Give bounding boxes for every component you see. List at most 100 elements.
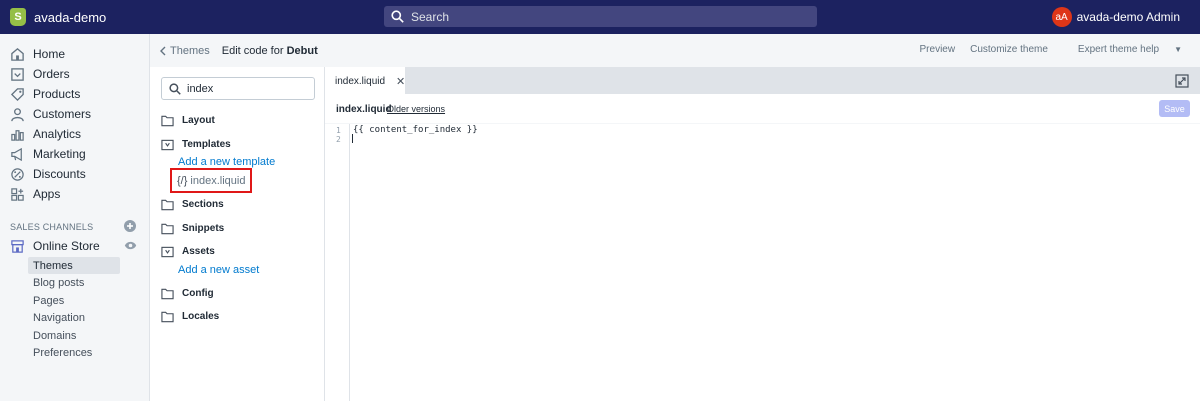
- shopify-logo-icon: S: [10, 8, 26, 26]
- folder-icon: [161, 288, 174, 299]
- close-icon[interactable]: ✕: [396, 75, 405, 88]
- sidebar-item-label: Discounts: [33, 167, 86, 181]
- file-search-input[interactable]: index: [161, 77, 315, 100]
- page-title: Edit code for Debut: [222, 45, 318, 57]
- apps-icon: [11, 187, 24, 201]
- older-versions-link[interactable]: Older versions: [387, 104, 445, 114]
- folder-label: Assets: [182, 246, 215, 257]
- folder-assets[interactable]: Assets: [161, 244, 215, 259]
- add-new-template-link[interactable]: Add a new template: [178, 156, 275, 168]
- folder-icon: [161, 223, 174, 234]
- folder-icon: [161, 199, 174, 210]
- folder-open-icon: [161, 139, 174, 150]
- sidebar-subitem-blog-posts[interactable]: Blog posts: [28, 274, 120, 291]
- text-cursor: [352, 134, 353, 143]
- search-placeholder: Search: [411, 9, 450, 24]
- folder-label: Sections: [182, 199, 224, 210]
- file-search-value: index: [187, 82, 214, 95]
- search-icon: [391, 10, 404, 23]
- sidebar-item-label: Apps: [33, 187, 61, 201]
- store-icon: [11, 239, 24, 253]
- liquid-file-icon: {/}: [177, 174, 188, 187]
- caret-down-icon: ▼: [1174, 45, 1182, 54]
- folder-layout[interactable]: Layout: [161, 113, 215, 128]
- search-input[interactable]: Search: [384, 6, 817, 27]
- user-menu[interactable]: aA avada-demo Admin: [1051, 7, 1180, 27]
- fullscreen-icon[interactable]: [1175, 74, 1189, 88]
- avatar: aA: [1051, 7, 1072, 27]
- folder-icon: [161, 115, 174, 126]
- bar-chart-icon: [11, 129, 24, 141]
- preview-link[interactable]: Preview: [920, 44, 956, 55]
- folder-sections[interactable]: Sections: [161, 197, 224, 212]
- add-new-asset-link[interactable]: Add a new asset: [178, 264, 259, 276]
- sidebar-item-analytics[interactable]: Analytics: [10, 125, 140, 143]
- megaphone-icon: [11, 147, 22, 161]
- page-header: Themes Edit code for Debut Preview Custo…: [150, 34, 1200, 67]
- expert-theme-help-label: Expert theme help: [1077, 44, 1160, 55]
- folder-config[interactable]: Config: [161, 286, 214, 301]
- sidebar-item-customers[interactable]: Customers: [10, 105, 140, 123]
- add-channel-icon[interactable]: [124, 220, 136, 232]
- sidebar-item-online-store[interactable]: Online Store: [10, 237, 140, 255]
- theme-name: Debut: [286, 44, 318, 57]
- line-number: 1: [336, 126, 341, 135]
- sidebar-item-label: Orders: [33, 67, 70, 81]
- sidebar-item-label: Online Store: [33, 239, 100, 253]
- chevron-left-icon: [160, 46, 166, 55]
- sidebar-subitem-preferences[interactable]: Preferences: [28, 344, 120, 361]
- sidebar-item-home[interactable]: Home: [10, 45, 140, 63]
- sidebar-item-discounts[interactable]: Discounts: [10, 165, 140, 183]
- discount-icon: [11, 167, 24, 181]
- editor-tab-bar: index.liquid ✕: [325, 67, 1200, 96]
- orders-icon: [11, 67, 24, 81]
- save-button[interactable]: Save: [1159, 100, 1190, 117]
- sidebar-subitem-domains[interactable]: Domains: [28, 327, 120, 344]
- editor-file-name: index.liquid: [336, 104, 392, 115]
- sidebar-item-label: Marketing: [33, 147, 86, 161]
- eye-icon[interactable]: [124, 240, 137, 251]
- breadcrumb-themes: Themes: [170, 44, 210, 57]
- folder-label: Locales: [182, 311, 220, 322]
- file-name-label: index.liquid: [190, 174, 246, 187]
- tag-icon: [10, 87, 24, 101]
- header-actions: Preview Customize theme Expert theme hel…: [905, 44, 1182, 55]
- folder-label: Templates: [182, 139, 231, 150]
- sidebar-item-label: Analytics: [33, 127, 82, 141]
- folder-icon: [161, 311, 174, 322]
- editor-tab-index-liquid[interactable]: index.liquid ✕: [325, 67, 405, 96]
- folder-label: Layout: [182, 115, 215, 126]
- code-editor: index.liquid ✕ index.liquid Older versio…: [325, 67, 1200, 401]
- editor-file-bar: index.liquid Older versions Save: [325, 94, 1200, 124]
- sidebar-item-products[interactable]: Products: [10, 85, 140, 103]
- file-browser: index Layout Templates Add a new templat…: [150, 67, 325, 401]
- sidebar-subitem-themes[interactable]: Themes: [28, 257, 120, 274]
- file-index-liquid[interactable]: {/} index.liquid: [170, 168, 252, 193]
- store-switcher[interactable]: S avada-demo: [0, 8, 150, 26]
- person-icon: [11, 107, 24, 121]
- sidebar-subitem-pages[interactable]: Pages: [28, 292, 120, 309]
- sidebar-item-label: Home: [33, 47, 66, 61]
- search-icon: [169, 82, 181, 95]
- top-bar: S avada-demo Search aA avada-demo Admin: [0, 0, 1200, 34]
- sidebar-item-label: Products: [33, 87, 81, 101]
- breadcrumb[interactable]: Themes: [159, 45, 210, 57]
- sidebar-subitem-navigation[interactable]: Navigation: [28, 309, 120, 326]
- folder-snippets[interactable]: Snippets: [161, 221, 224, 236]
- folder-open-icon: [161, 246, 174, 257]
- folder-locales[interactable]: Locales: [161, 309, 219, 324]
- page-title-prefix: Edit code for: [221, 44, 284, 57]
- user-name: avada-demo Admin: [1076, 10, 1180, 24]
- sales-channels-heading: SALES CHANNELS: [10, 222, 94, 232]
- expert-theme-help-menu[interactable]: Expert theme help ▼: [1063, 44, 1182, 55]
- store-name: avada-demo: [34, 9, 107, 25]
- customize-theme-link[interactable]: Customize theme: [970, 44, 1048, 55]
- folder-templates[interactable]: Templates: [161, 137, 231, 152]
- line-number-gutter: 1 2: [325, 124, 350, 401]
- code-line[interactable]: {{ content_for_index }}: [353, 125, 478, 135]
- sidebar-item-orders[interactable]: Orders: [10, 65, 140, 83]
- sidebar-item-marketing[interactable]: Marketing: [10, 145, 140, 163]
- tab-label: index.liquid: [335, 76, 386, 87]
- sidebar: Home Orders Products Customers Analytics…: [0, 34, 150, 401]
- sidebar-item-apps[interactable]: Apps: [10, 185, 140, 203]
